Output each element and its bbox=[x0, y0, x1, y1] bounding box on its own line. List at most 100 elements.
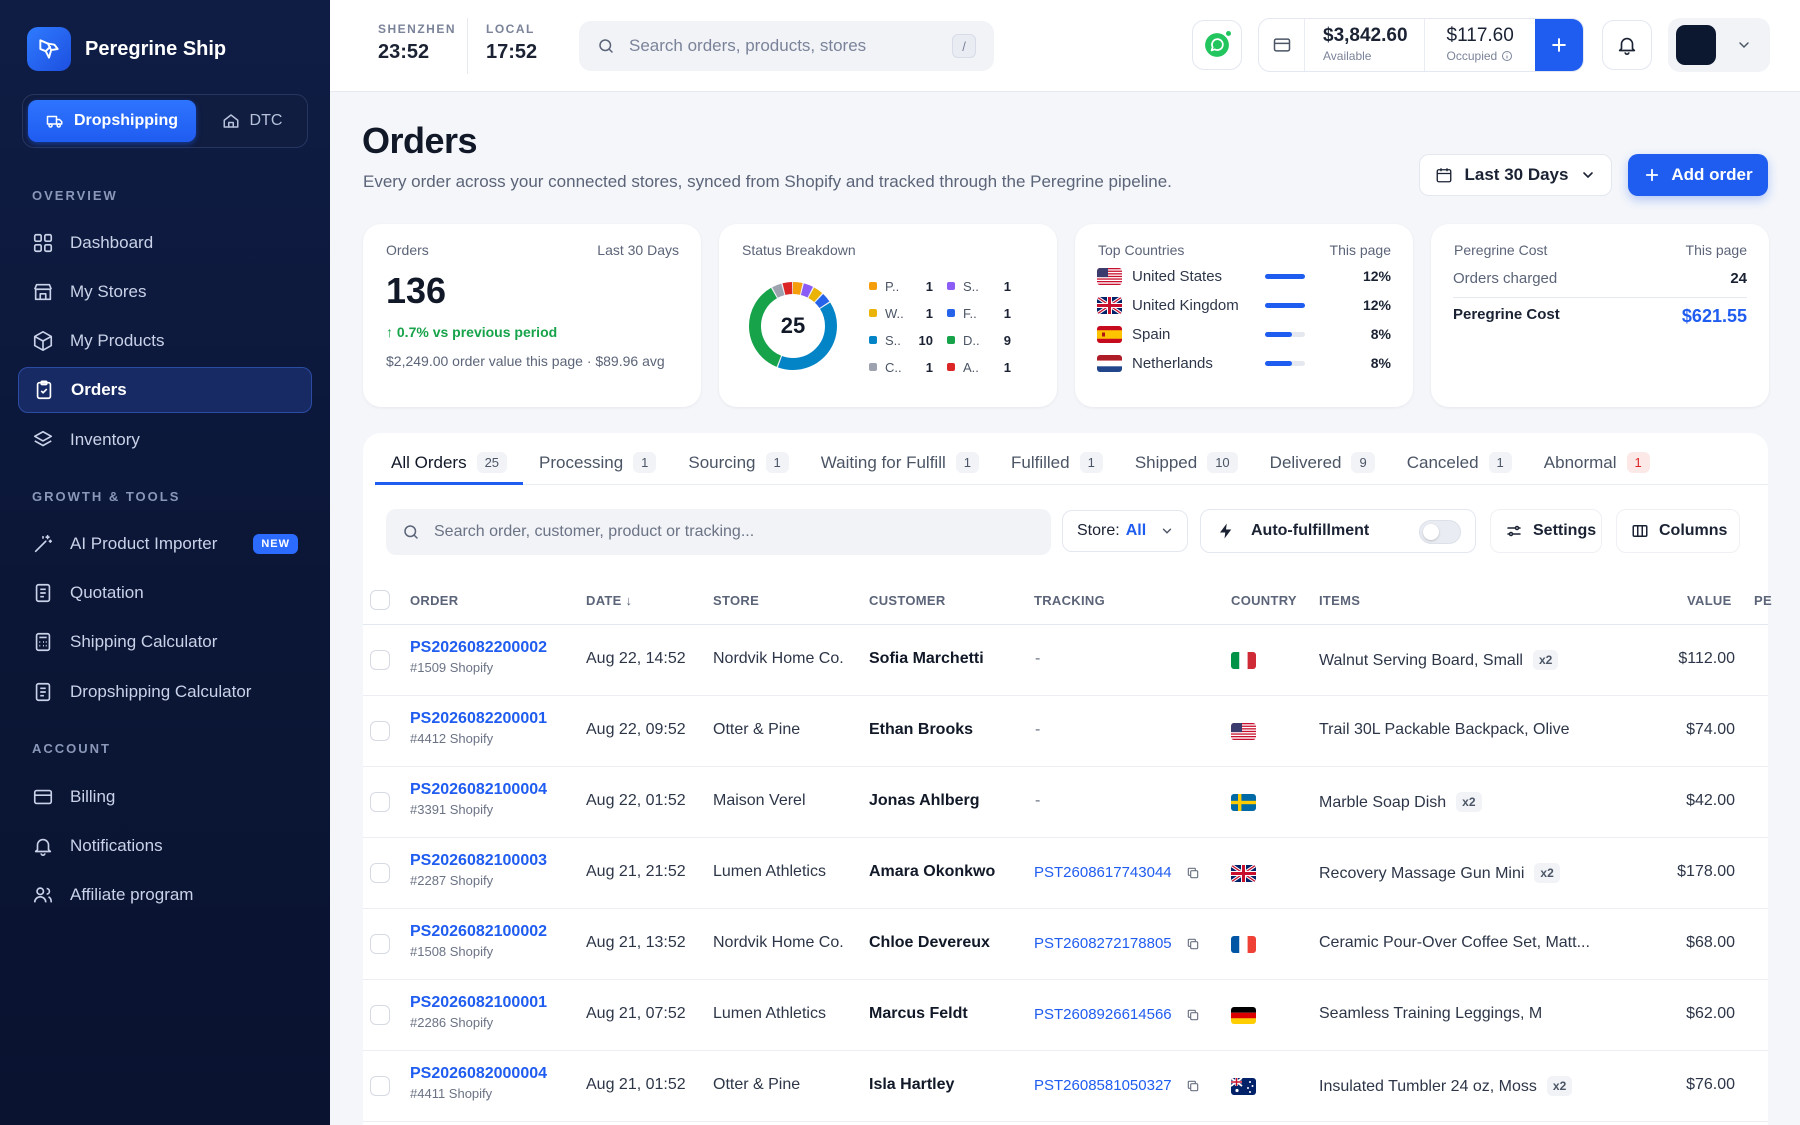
table-row[interactable]: PS2026082200001 #4412 Shopify Aug 22, 09:5… bbox=[363, 696, 1768, 767]
tab-processing[interactable]: Processing 1 bbox=[523, 433, 672, 485]
tracking-link[interactable]: PST2608581050327 bbox=[1034, 1077, 1172, 1094]
mode-dtc-button[interactable]: DTC bbox=[202, 100, 302, 142]
sidebar-item-dashboard[interactable]: Dashboard bbox=[18, 220, 312, 266]
col-customer[interactable]: CUSTOMER bbox=[869, 593, 946, 608]
mode-dropshipping-label: Dropshipping bbox=[74, 112, 178, 129]
col-order[interactable]: ORDER bbox=[410, 593, 458, 608]
mode-dropshipping-button[interactable]: Dropshipping bbox=[28, 100, 196, 142]
order-id-link[interactable]: PS2026082100004 bbox=[410, 781, 547, 799]
global-search-input[interactable] bbox=[629, 36, 929, 56]
row-checkbox[interactable] bbox=[370, 863, 390, 883]
tab-waiting-for-fulfill[interactable]: Waiting for Fulfill 1 bbox=[805, 433, 995, 485]
whatsapp-button[interactable] bbox=[1192, 20, 1242, 70]
table-row[interactable]: PS2026082100002 #1508 Shopify Aug 21, 13:5… bbox=[363, 909, 1768, 980]
order-search-input[interactable] bbox=[434, 523, 994, 541]
order-id-link[interactable]: PS2026082200001 bbox=[410, 710, 547, 728]
order-customer: Isla Hartley bbox=[869, 1076, 955, 1093]
sidebar-item-my-products[interactable]: My Products bbox=[18, 318, 312, 364]
tab-sourcing[interactable]: Sourcing 1 bbox=[672, 433, 804, 485]
tracking-link[interactable]: PST2608272178805 bbox=[1034, 935, 1172, 952]
row-checkbox[interactable] bbox=[370, 1005, 390, 1025]
order-cell: PS2026082000004 #4411 Shopify bbox=[410, 1065, 547, 1101]
country-row: Netherlands 8% bbox=[1097, 353, 1391, 373]
copy-icon[interactable] bbox=[1186, 1008, 1200, 1022]
copy-icon[interactable] bbox=[1186, 866, 1200, 880]
legend-label: C.. bbox=[885, 359, 902, 375]
col-date[interactable]: DATE ↓ bbox=[586, 593, 632, 608]
brand[interactable]: Peregrine Ship bbox=[27, 27, 226, 71]
add-order-button[interactable]: Add order bbox=[1628, 154, 1768, 196]
table-row[interactable]: PS2026082200002 #1509 Shopify Aug 22, 14:5… bbox=[363, 625, 1768, 696]
tab-canceled[interactable]: Canceled 1 bbox=[1391, 433, 1528, 485]
legend-label: P.. bbox=[885, 278, 900, 294]
row-checkbox[interactable] bbox=[370, 650, 390, 670]
col-country[interactable]: COUNTRY bbox=[1231, 593, 1297, 608]
sidebar-item-dropshipping-calculator[interactable]: Dropshipping Calculator bbox=[18, 669, 312, 715]
sidebar-item-orders[interactable]: Orders bbox=[18, 367, 312, 413]
tab-delivered[interactable]: Delivered 9 bbox=[1254, 433, 1391, 485]
sidebar-item-my-stores[interactable]: My Stores bbox=[18, 269, 312, 315]
clock-time: 23:52 bbox=[378, 41, 430, 63]
auto-fulfillment-toggle[interactable] bbox=[1419, 520, 1461, 544]
columns-button[interactable]: Columns bbox=[1616, 509, 1740, 553]
row-checkbox[interactable] bbox=[370, 721, 390, 741]
sidebar-item-billing[interactable]: Billing bbox=[18, 774, 312, 820]
sidebar-item-notifications[interactable]: Notifications bbox=[18, 823, 312, 869]
col-value[interactable]: VALUE bbox=[1687, 593, 1732, 608]
sidebar-item-inventory[interactable]: Inventory bbox=[18, 417, 312, 463]
settings-button[interactable]: Settings bbox=[1490, 509, 1602, 553]
notifications-button[interactable] bbox=[1602, 20, 1652, 70]
copy-icon[interactable] bbox=[1186, 1079, 1200, 1093]
status-donut: 25 bbox=[747, 280, 839, 372]
search-icon bbox=[404, 525, 418, 539]
sidebar-item-affiliate-program[interactable]: Affiliate program bbox=[18, 872, 312, 918]
tab-all-orders[interactable]: All Orders 25 bbox=[375, 433, 524, 485]
tracking-cell: PST2608581050327 bbox=[1034, 1077, 1200, 1094]
info-icon[interactable] bbox=[1501, 50, 1513, 62]
store-filter-select[interactable]: Store: All bbox=[1062, 510, 1188, 552]
order-id-link[interactable]: PS2026082200002 bbox=[410, 639, 547, 657]
row-checkbox[interactable] bbox=[370, 934, 390, 954]
order-id-link[interactable]: PS2026082000004 bbox=[410, 1065, 547, 1083]
col-extra[interactable]: PE bbox=[1754, 593, 1772, 608]
order-date: Aug 21, 01:52 bbox=[586, 1076, 686, 1093]
legend-item: C.. 1 bbox=[869, 357, 947, 377]
row-checkbox[interactable] bbox=[370, 1076, 390, 1096]
order-search[interactable] bbox=[386, 509, 1051, 555]
country-name: United Kingdom bbox=[1132, 296, 1239, 314]
global-search[interactable]: / bbox=[579, 21, 994, 71]
table-row[interactable]: PS2026082100004 #3391 Shopify Aug 22, 01:5… bbox=[363, 767, 1768, 838]
order-id-link[interactable]: PS2026082100003 bbox=[410, 852, 547, 870]
order-id-link[interactable]: PS2026082100001 bbox=[410, 994, 547, 1012]
copy-icon[interactable] bbox=[1186, 937, 1200, 951]
legend-label: S.. bbox=[885, 332, 901, 348]
col-store[interactable]: STORE bbox=[713, 593, 759, 608]
tab-fulfilled[interactable]: Fulfilled 1 bbox=[995, 433, 1119, 485]
sidebar-item-shipping-calculator[interactable]: Shipping Calculator bbox=[18, 619, 312, 665]
mode-switch: Dropshipping DTC bbox=[22, 94, 308, 148]
table-row[interactable]: PS2026082100003 #2287 Shopify Aug 21, 21:5… bbox=[363, 838, 1768, 909]
chevron-down-icon bbox=[1583, 172, 1594, 179]
row-checkbox[interactable] bbox=[370, 792, 390, 812]
account-menu[interactable] bbox=[1668, 18, 1770, 72]
legend-value: 1 bbox=[1003, 278, 1011, 294]
tracking-link[interactable]: PST2608617743044 bbox=[1034, 864, 1172, 881]
sidebar-item-ai-product-importer[interactable]: AI Product Importer NEW bbox=[18, 521, 312, 567]
tab-shipped[interactable]: Shipped 10 bbox=[1119, 433, 1254, 485]
page-title: Orders bbox=[362, 120, 478, 161]
tab-abnormal[interactable]: Abnormal 1 bbox=[1528, 433, 1666, 485]
top-up-button[interactable] bbox=[1535, 19, 1583, 71]
order-date: Aug 21, 21:52 bbox=[586, 863, 686, 880]
date-range-select[interactable]: Last 30 Days bbox=[1419, 154, 1612, 196]
col-tracking[interactable]: TRACKING bbox=[1034, 593, 1105, 608]
col-date-label: DATE bbox=[586, 593, 622, 608]
order-id-link[interactable]: PS2026082100002 bbox=[410, 923, 547, 941]
table-row[interactable]: PS2026082000004 #4411 Shopify Aug 21, 01:5… bbox=[363, 1051, 1768, 1122]
table-row[interactable]: PS2026082100001 #2286 Shopify Aug 21, 07:5… bbox=[363, 980, 1768, 1051]
legend-swatch bbox=[947, 363, 955, 371]
select-all-checkbox[interactable] bbox=[370, 590, 390, 610]
tracking-link[interactable]: PST2608926614566 bbox=[1034, 1006, 1172, 1023]
legend-label: S.. bbox=[963, 278, 979, 294]
sidebar-item-quotation[interactable]: Quotation bbox=[18, 570, 312, 616]
col-items[interactable]: ITEMS bbox=[1319, 593, 1360, 608]
